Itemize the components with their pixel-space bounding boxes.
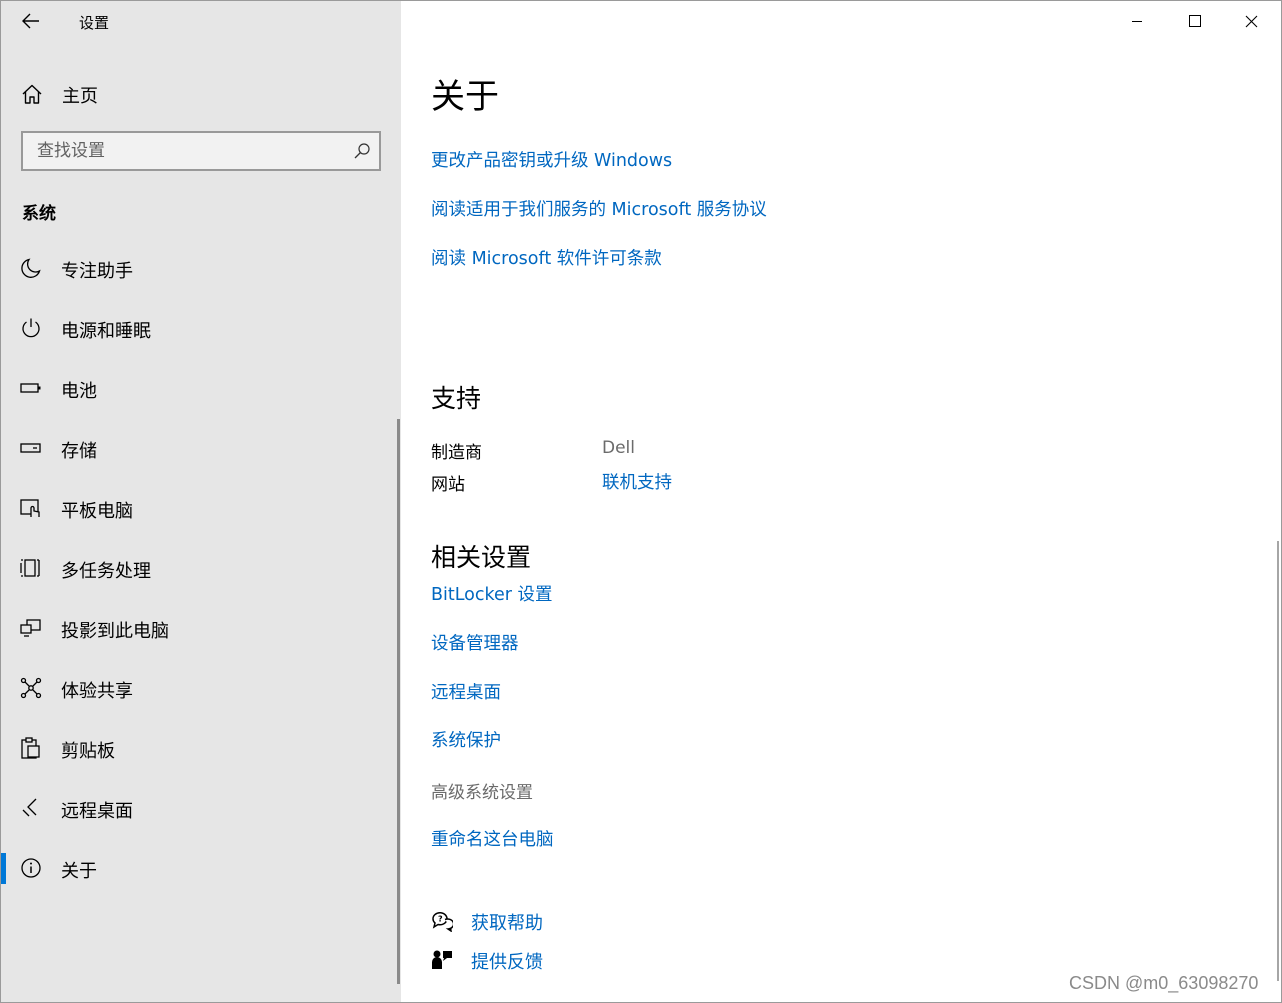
shared-experiences-icon — [20, 677, 42, 699]
projection-icon — [20, 619, 41, 637]
manufacturer-value: Dell — [602, 438, 635, 458]
support-heading: 支持 — [431, 384, 482, 413]
change-product-key-link[interactable]: 更改产品密钥或升级 Windows — [431, 147, 672, 172]
sidebar-item-shared-experiences[interactable]: 体验共享 — [1, 658, 401, 718]
sidebar-item-multitasking[interactable]: 多任务处理 — [1, 538, 401, 598]
tablet-icon — [20, 499, 40, 517]
sidebar-nav: 专注助手 电源和睡眠 电池 存储 平板电脑 多任务处理 投影到此电脑 体验共享 … — [1, 238, 401, 898]
multitasking-icon — [20, 559, 40, 577]
sidebar-item-label: 电源和睡眠 — [61, 321, 151, 342]
page-title: 关于 — [431, 77, 499, 117]
close-icon — [1245, 15, 1257, 27]
manufacturer-label: 制造商 — [431, 443, 482, 463]
give-feedback-link[interactable]: 提供反馈 — [431, 947, 731, 975]
power-icon — [22, 318, 40, 338]
minimize-button[interactable] — [1109, 1, 1165, 41]
sidebar-item-label: 远程桌面 — [61, 801, 133, 822]
sidebar-item-label: 存储 — [61, 441, 97, 462]
related-settings-heading: 相关设置 — [431, 543, 532, 572]
search-icon[interactable] — [353, 142, 371, 160]
maximize-icon — [1189, 15, 1201, 27]
get-help-label: 获取帮助 — [471, 913, 543, 934]
sidebar-item-projection[interactable]: 投影到此电脑 — [1, 598, 401, 658]
give-feedback-label: 提供反馈 — [471, 952, 543, 973]
online-support-link[interactable]: 联机支持 — [602, 469, 672, 494]
sidebar-item-focus-assist[interactable]: 专注助手 — [1, 238, 401, 298]
remote-desktop-link[interactable]: 远程桌面 — [431, 679, 501, 704]
license-terms-link[interactable]: 阅读 Microsoft 软件许可条款 — [431, 245, 662, 270]
advanced-system-settings-link[interactable]: 高级系统设置 — [431, 778, 533, 803]
sidebar-item-home[interactable]: 主页 — [1, 73, 401, 113]
sidebar-item-label: 主页 — [62, 86, 98, 107]
content-scrollbar[interactable] — [1277, 541, 1279, 981]
battery-icon — [20, 383, 41, 393]
website-label: 网站 — [431, 475, 465, 495]
device-manager-link[interactable]: 设备管理器 — [431, 630, 519, 655]
main-content: 关于 更改产品密钥或升级 Windows 阅读适用于我们服务的 Microsof… — [401, 1, 1281, 1002]
rename-pc-link[interactable]: 重命名这台电脑 — [431, 826, 554, 851]
info-icon — [21, 858, 41, 878]
sidebar-item-label: 多任务处理 — [61, 561, 151, 582]
sidebar-item-label: 投影到此电脑 — [61, 621, 169, 642]
moon-icon — [21, 258, 41, 278]
bitlocker-settings-link[interactable]: BitLocker 设置 — [431, 581, 553, 606]
settings-window: 设置 主页 系统 专注助手 — [0, 0, 1282, 1003]
system-protection-link[interactable]: 系统保护 — [431, 727, 501, 752]
back-button[interactable] — [15, 7, 47, 35]
app-title: 设置 — [79, 14, 110, 32]
sidebar-item-battery[interactable]: 电池 — [1, 358, 401, 418]
sidebar-item-storage[interactable]: 存储 — [1, 418, 401, 478]
sidebar-item-about[interactable]: 关于 — [1, 838, 401, 898]
storage-drive-icon — [20, 443, 41, 453]
sidebar-item-label: 剪贴板 — [61, 741, 115, 762]
clipboard-icon — [21, 737, 40, 759]
sidebar-item-remote-desktop[interactable]: 远程桌面 — [1, 778, 401, 838]
sidebar-item-power-sleep[interactable]: 电源和睡眠 — [1, 298, 401, 358]
sidebar-item-tablet[interactable]: 平板电脑 — [1, 478, 401, 538]
watermark: CSDN @m0_63098270 — [1069, 973, 1259, 993]
remote-desktop-icon — [22, 798, 37, 817]
sidebar-item-label: 电池 — [61, 381, 97, 402]
search-input[interactable] — [23, 133, 357, 169]
back-arrow-icon — [22, 13, 39, 29]
feedback-icon — [432, 950, 452, 969]
sidebar-item-label: 体验共享 — [61, 681, 133, 702]
section-heading: 系统 — [22, 204, 56, 224]
minimize-icon — [1132, 21, 1142, 22]
home-icon — [22, 84, 42, 104]
close-button[interactable] — [1223, 1, 1279, 41]
sidebar: 设置 主页 系统 专注助手 — [1, 1, 401, 1002]
search-box[interactable] — [21, 131, 381, 171]
get-help-link[interactable]: ? 获取帮助 — [431, 908, 731, 936]
maximize-button[interactable] — [1167, 1, 1223, 41]
sidebar-item-label: 专注助手 — [61, 261, 133, 282]
sidebar-item-clipboard[interactable]: 剪贴板 — [1, 718, 401, 778]
sidebar-item-label: 关于 — [61, 861, 97, 882]
sidebar-scrollbar[interactable] — [397, 419, 400, 984]
chat-help-icon: ? — [432, 912, 453, 932]
service-agreement-link[interactable]: 阅读适用于我们服务的 Microsoft 服务协议 — [431, 196, 767, 221]
svg-text:?: ? — [438, 915, 443, 924]
sidebar-item-label: 平板电脑 — [61, 501, 133, 522]
